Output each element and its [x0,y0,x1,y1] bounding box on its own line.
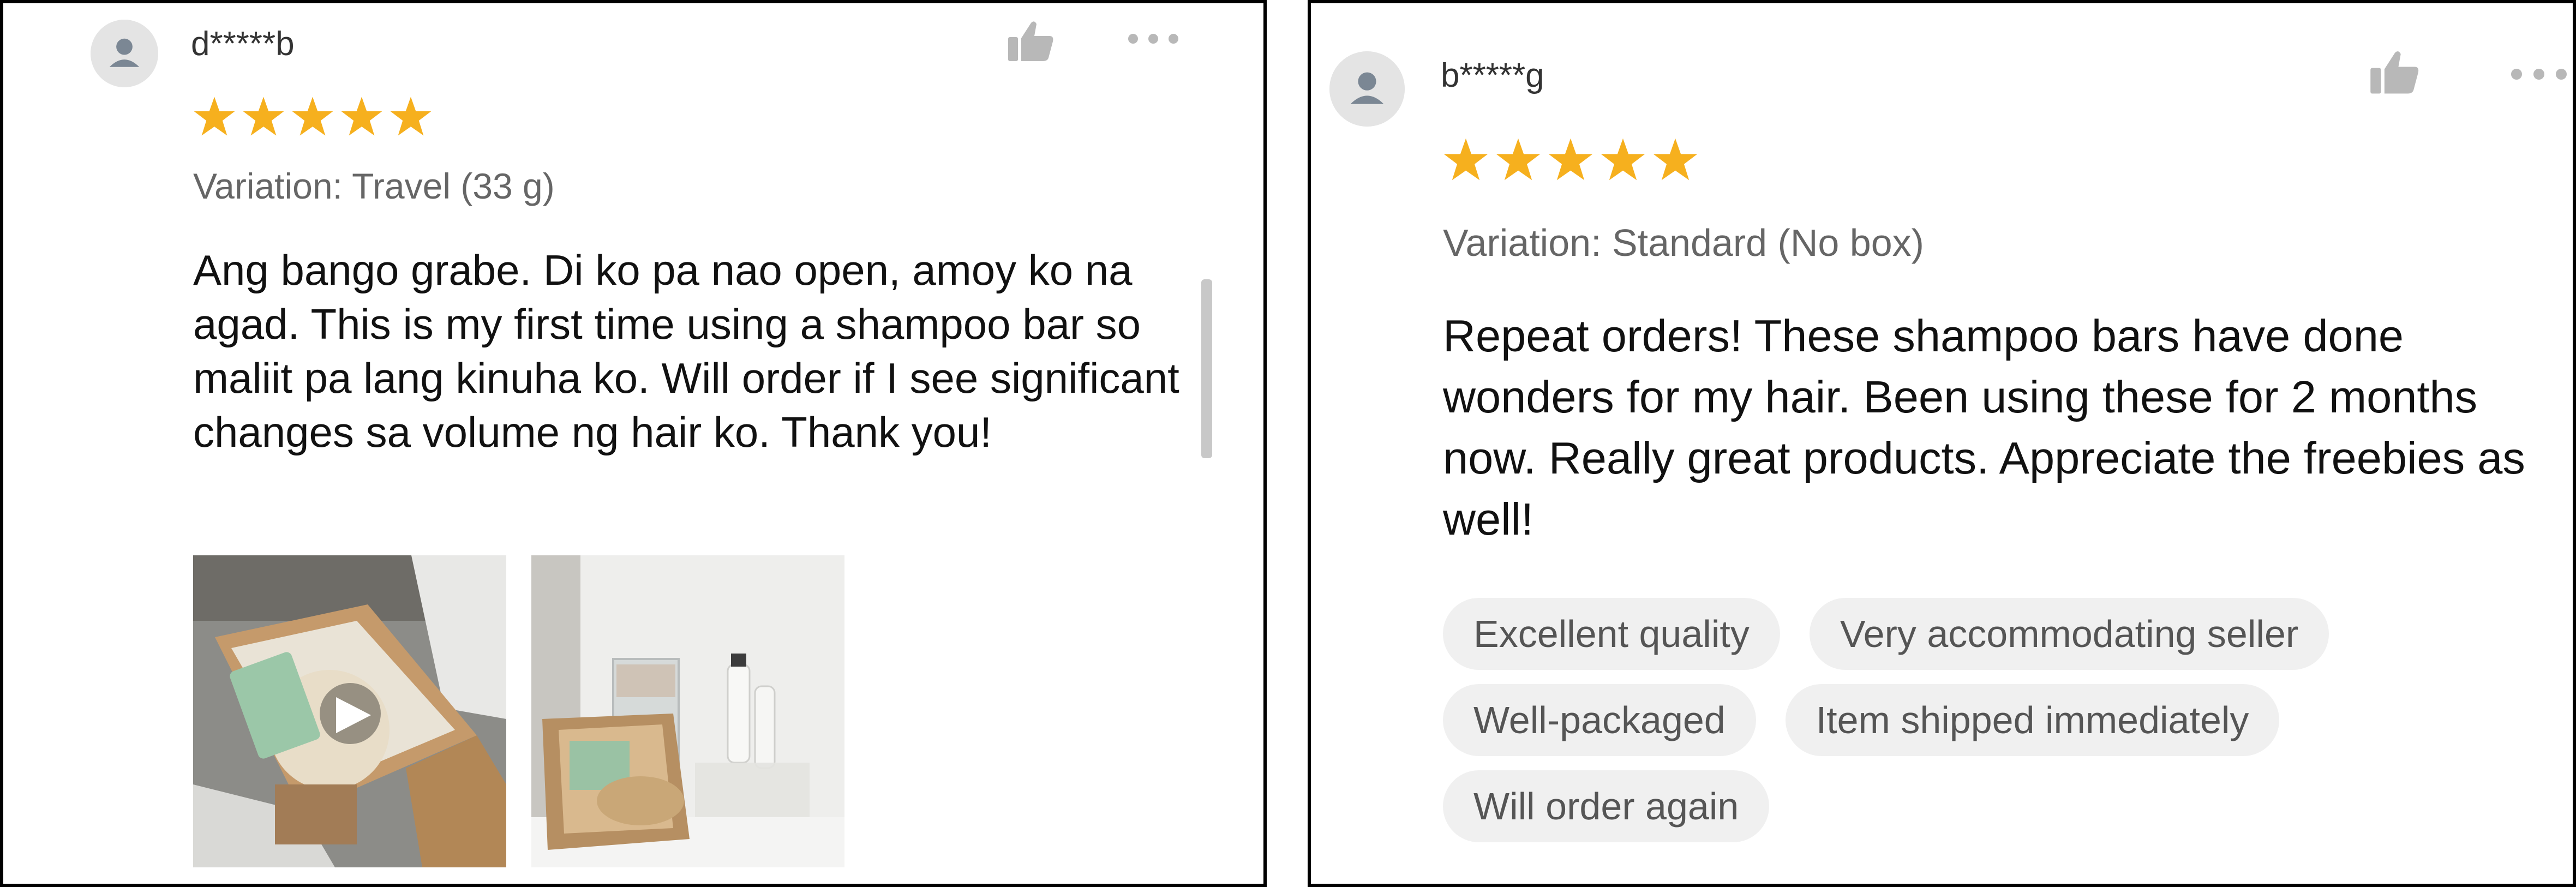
scrollbar[interactable] [1201,279,1212,458]
star-rating [193,96,432,136]
star-icon [390,96,432,136]
more-options-icon[interactable] [2510,68,2568,81]
avatar[interactable] [1329,51,1405,127]
review-card-1: d*****b Variation: Travel (33 g) Ang ban… [0,0,1267,887]
thumbs-up-icon[interactable] [1006,19,1055,62]
star-icon [291,96,334,136]
star-rating [1443,137,1698,181]
tag-chip[interactable]: Item shipped immediately [1785,684,2280,756]
variation-label: Variation: Travel (33 g) [193,166,555,206]
review-video-thumbnail[interactable] [193,555,506,867]
star-icon [242,96,285,136]
play-icon[interactable] [331,695,373,735]
reviewer-username: d*****b [191,25,295,63]
star-icon [1548,137,1593,181]
avatar[interactable] [91,20,158,87]
user-avatar-icon [1329,51,1405,127]
tag-chip[interactable]: Well-packaged [1443,684,1756,756]
review-photo-thumbnail[interactable] [531,555,844,867]
star-icon [1495,137,1541,181]
star-icon [340,96,383,136]
tag-chip[interactable]: Will order again [1443,770,1770,842]
tag-chip[interactable]: Very accommodating seller [1809,598,2329,670]
star-icon [1600,137,1646,181]
more-options-icon[interactable] [1127,33,1179,45]
review-text: Ang bango grabe. Di ko pa nao open, amoy… [193,246,1179,456]
user-avatar-icon [91,20,158,87]
review-card-2: b*****g Variation: Standard (No box) Rep… [1308,0,2576,887]
tag-chip[interactable]: Excellent quality [1443,598,1780,670]
review-text: Repeat orders! These shampoo bars have d… [1443,310,2525,544]
variation-label: Variation: Standard (No box) [1443,221,1924,264]
reviewer-username: b*****g [1441,57,1544,94]
star-icon [1443,137,1489,181]
star-icon [1652,137,1698,181]
thumbs-up-icon[interactable] [2368,48,2421,95]
review-tags: Excellent quality Very accommodating sel… [1443,598,2507,842]
star-icon [193,96,236,136]
